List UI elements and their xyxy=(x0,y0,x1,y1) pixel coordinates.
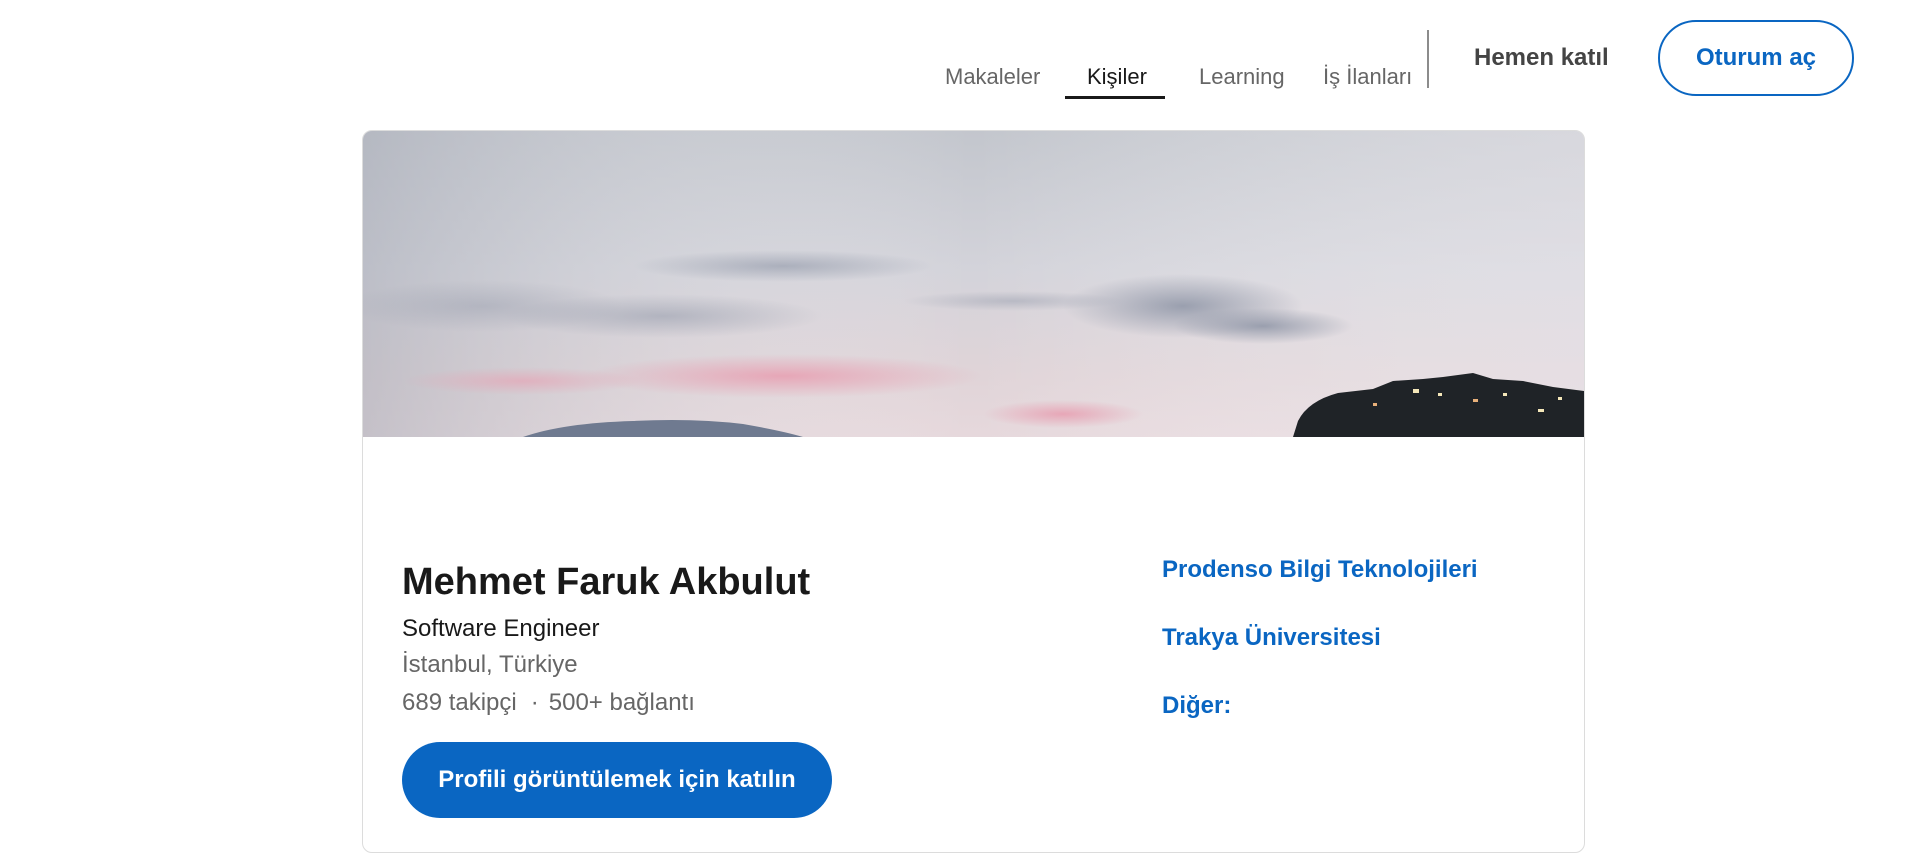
nav-link-learning[interactable]: Learning xyxy=(1199,64,1285,94)
profile-summary: Mehmet Faruk Akbulut Software Engineer İ… xyxy=(402,556,810,722)
followers-count: 689 takipçi xyxy=(402,689,517,716)
profile-name: Mehmet Faruk Akbulut xyxy=(402,561,811,603)
join-to-view-profile-button[interactable]: Profili görüntülemek için katılın xyxy=(402,742,832,818)
sign-in-button[interactable]: Oturum aç xyxy=(1658,20,1854,96)
connections-count: 500+ bağlantı xyxy=(548,689,695,716)
education-link[interactable]: Trakya Üniversitesi xyxy=(1162,621,1478,655)
profile-experience-links: Prodenso Bilgi Teknolojileri Trakya Üniv… xyxy=(1162,553,1478,757)
other-link[interactable]: Diğer: xyxy=(1162,689,1478,723)
cover-image xyxy=(363,131,1584,437)
nav-link-jobs[interactable]: İş İlanları xyxy=(1323,64,1412,94)
profile-stats: 689 takipçi · 500+ bağlantı xyxy=(402,684,810,722)
profile-headline: Software Engineer xyxy=(402,615,600,642)
top-nav: Makaleler Kişiler Learning İş İlanları H… xyxy=(0,0,1921,120)
stats-separator: · xyxy=(530,689,539,716)
profile-card: Mehmet Faruk Akbulut Software Engineer İ… xyxy=(362,130,1585,853)
nav-link-people[interactable]: Kişiler xyxy=(1087,64,1147,94)
nav-active-indicator xyxy=(1065,96,1165,99)
profile-location: İstanbul, Türkiye xyxy=(402,651,578,678)
nav-divider xyxy=(1427,30,1429,88)
company-link[interactable]: Prodenso Bilgi Teknolojileri xyxy=(1162,553,1478,587)
nav-link-articles[interactable]: Makaleler xyxy=(945,64,1040,94)
join-now-link[interactable]: Hemen katıl xyxy=(1474,44,1609,72)
